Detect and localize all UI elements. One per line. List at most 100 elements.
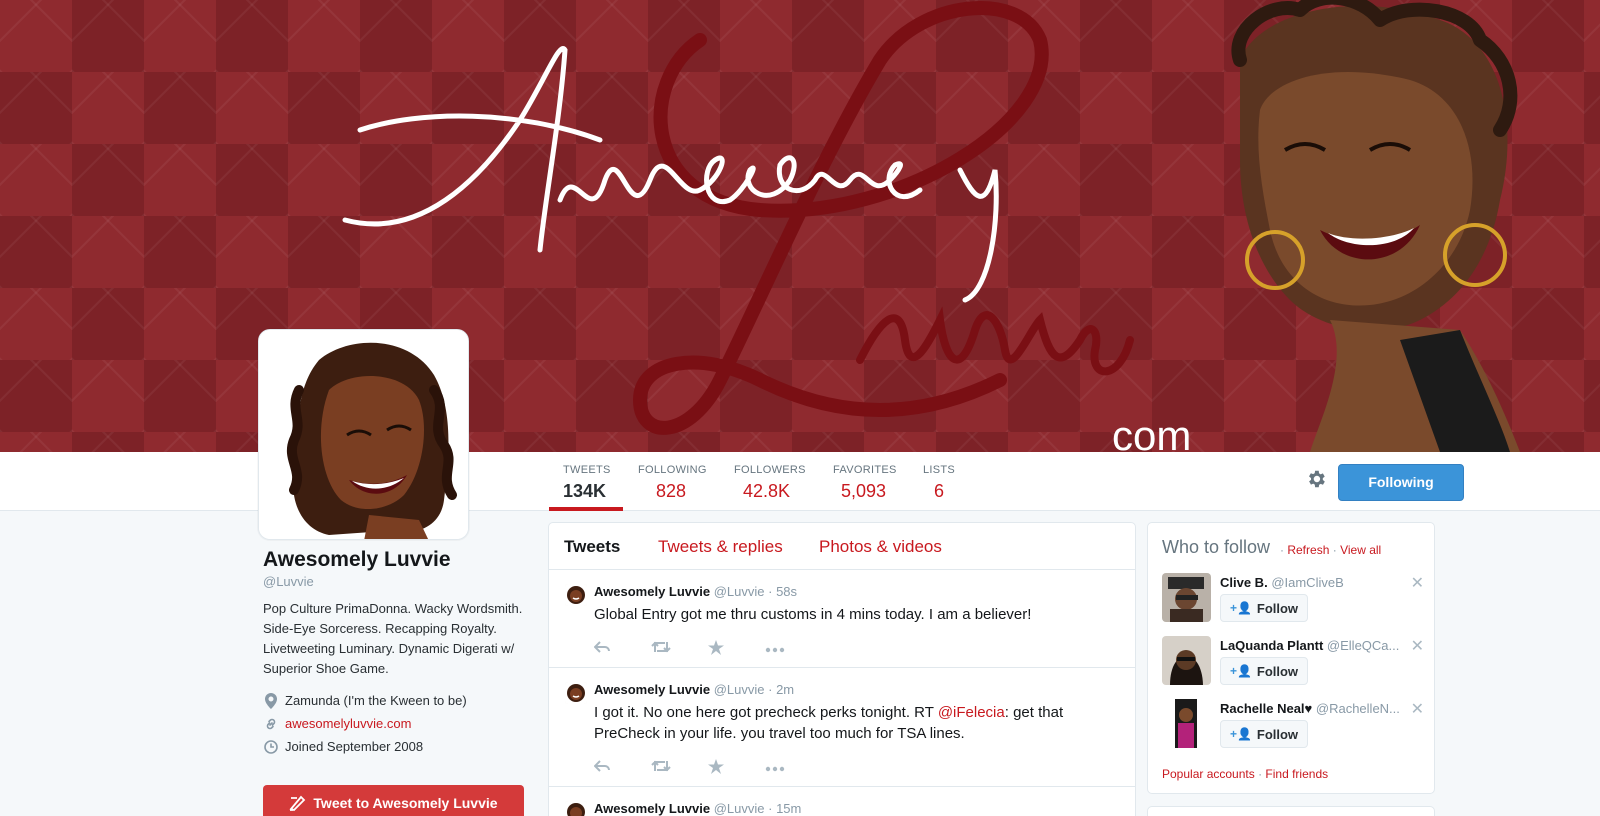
stat-tweets[interactable]: TWEETS 134K xyxy=(563,464,611,502)
tweet-avatar[interactable] xyxy=(565,682,587,704)
tweet-to-label: Tweet to Awesomely Luvvie xyxy=(313,795,498,811)
tweet-timestamp[interactable]: · 58s xyxy=(768,584,797,599)
add-user-icon: +👤 xyxy=(1229,727,1252,741)
popular-accounts-link[interactable]: Popular accounts xyxy=(1162,767,1255,781)
suggestion-item: Rachelle Neal♥ @RachelleN... ✕ +👤 Follow xyxy=(1162,699,1424,749)
tweet-actions xyxy=(593,759,822,775)
tweet-avatar[interactable] xyxy=(565,801,587,816)
suggestion-name: LaQuanda Plantt xyxy=(1220,638,1324,653)
more-icon[interactable] xyxy=(765,640,822,656)
suggestion-name: Rachelle Neal♥ xyxy=(1220,701,1313,716)
stat-label: FAVORITES xyxy=(833,464,897,476)
who-to-follow-title: Who to follow xyxy=(1162,537,1271,557)
tweet-timestamp[interactable]: · 15m xyxy=(768,801,801,816)
profile-website-link[interactable]: awesomelyluvvie.com xyxy=(285,716,411,731)
who-to-follow-footer: Popular accounts · Find friends xyxy=(1162,767,1328,781)
who-to-follow-card: Who to follow · Refresh · View all Clive… xyxy=(1147,522,1435,794)
suggestion-avatar[interactable] xyxy=(1162,573,1211,622)
follow-label: Follow xyxy=(1256,726,1299,742)
tweet-author-name[interactable]: Awesomely Luvvie xyxy=(594,801,710,816)
website-row: awesomelyluvvie.com xyxy=(263,712,533,735)
dismiss-icon[interactable]: ✕ xyxy=(1411,573,1424,593)
follow-button[interactable]: +👤 Follow xyxy=(1220,657,1308,685)
tab-tweets[interactable]: Tweets xyxy=(564,537,620,557)
tweet-author-name[interactable]: Awesomely Luvvie xyxy=(594,682,710,697)
profile-bio: Pop Culture PrimaDonna. Wacky Wordsmith.… xyxy=(263,601,523,676)
stat-label: FOLLOWERS xyxy=(734,464,806,476)
banner-swash xyxy=(632,0,1049,435)
following-button[interactable]: Following xyxy=(1338,464,1464,501)
retweet-icon[interactable] xyxy=(651,640,708,656)
tweet-timestamp[interactable]: · 2m xyxy=(768,682,794,697)
tweet-text: I got it. No one here got precheck perks… xyxy=(594,702,1114,744)
location-row: Zamunda (I'm the Kween to be) xyxy=(263,689,533,712)
tab-photos-videos[interactable]: Photos & videos xyxy=(819,537,942,557)
follow-button[interactable]: +👤 Follow xyxy=(1220,720,1308,748)
stat-value: 42.8K xyxy=(743,481,791,501)
separator: · xyxy=(1258,767,1263,781)
tweet-to-button[interactable]: Tweet to Awesomely Luvvie xyxy=(263,785,524,816)
view-all-link[interactable]: View all xyxy=(1340,543,1381,557)
banner-script-luvvie xyxy=(856,306,1134,376)
favorite-icon[interactable] xyxy=(708,759,765,775)
suggestion-handle: @IamCliveB xyxy=(1271,575,1344,590)
suggestion-avatar[interactable] xyxy=(1162,699,1211,748)
banner-artwork xyxy=(342,0,1520,452)
stat-value: 828 xyxy=(656,481,687,501)
profile-handle[interactable]: @Luvvie xyxy=(263,574,533,589)
stat-lists[interactable]: LISTS 6 xyxy=(923,464,955,502)
profile-name[interactable]: Awesomely Luvvie xyxy=(263,548,533,572)
suggestion-name-line[interactable]: Clive B. @IamCliveB xyxy=(1220,575,1420,590)
profile-avatar[interactable] xyxy=(258,329,469,540)
add-user-icon: +👤 xyxy=(1229,601,1252,615)
follow-label: Follow xyxy=(1256,663,1299,679)
stat-label: TWEETS xyxy=(563,464,611,476)
suggestion-avatar[interactable] xyxy=(1162,636,1211,685)
profile-location: Zamunda (I'm the Kween to be) xyxy=(285,693,467,708)
tweet-author-name[interactable]: Awesomely Luvvie xyxy=(594,584,710,599)
joined-row: Joined September 2008 xyxy=(263,735,533,758)
suggestion-handle: @ElleQCa... xyxy=(1326,638,1400,653)
tweet-item[interactable]: Awesomely Luvvie @Luvvie · 15m xyxy=(549,787,1135,816)
dismiss-icon[interactable]: ✕ xyxy=(1411,699,1424,719)
tweet-author-handle[interactable]: @Luvvie xyxy=(714,584,765,599)
separator: · xyxy=(1332,543,1337,557)
tweet-text-part: I got it. No one here got precheck perks… xyxy=(594,704,938,721)
stat-favorites[interactable]: FAVORITES 5,093 xyxy=(833,464,897,502)
profile-joined: Joined September 2008 xyxy=(285,739,424,754)
profile-meta: Zamunda (I'm the Kween to be) awesomelyl… xyxy=(263,689,533,758)
tweet-author-handle[interactable]: @Luvvie xyxy=(714,801,765,816)
find-friends-link[interactable]: Find friends xyxy=(1265,767,1328,781)
refresh-link[interactable]: Refresh xyxy=(1287,543,1329,557)
retweet-icon[interactable] xyxy=(651,759,708,775)
timeline: Tweets Tweets & replies Photos & videos … xyxy=(548,522,1136,816)
separator: · xyxy=(1280,543,1284,557)
banner-caricature xyxy=(1231,0,1520,452)
suggestion-name-line[interactable]: LaQuanda Plantt @ElleQCa... xyxy=(1220,638,1420,653)
banner-script-y xyxy=(957,167,999,303)
tweet-item[interactable]: Awesomely Luvvie @Luvvie · 2m I got it. … xyxy=(549,668,1135,787)
tweet-header: Awesomely Luvvie @Luvvie · 15m xyxy=(594,801,801,816)
tweet-author-handle[interactable]: @Luvvie xyxy=(714,682,765,697)
suggestion-name-line[interactable]: Rachelle Neal♥ @RachelleN... xyxy=(1220,701,1420,716)
reply-icon[interactable] xyxy=(593,640,651,656)
stat-value: 134K xyxy=(563,481,607,501)
active-stat-indicator xyxy=(549,507,623,511)
tweet-mention-link[interactable]: @iFelecia xyxy=(938,704,1005,721)
favorite-icon[interactable] xyxy=(708,640,765,656)
dismiss-icon[interactable]: ✕ xyxy=(1411,636,1424,656)
stat-following[interactable]: FOLLOWING 828 xyxy=(638,464,707,502)
more-icon[interactable] xyxy=(765,759,822,775)
calendar-icon xyxy=(263,739,279,755)
suggestion-name: Clive B. xyxy=(1220,575,1268,590)
suggestion-item: LaQuanda Plantt @ElleQCa... ✕ +👤 Follow xyxy=(1162,636,1424,686)
who-to-follow-links: · Refresh · View all xyxy=(1280,543,1381,557)
location-pin-icon xyxy=(263,692,279,709)
reply-icon[interactable] xyxy=(593,759,651,775)
stat-followers[interactable]: FOLLOWERS 42.8K xyxy=(734,464,806,502)
tab-tweets-replies[interactable]: Tweets & replies xyxy=(658,537,783,557)
tweet-item[interactable]: Awesomely Luvvie @Luvvie · 58s Global En… xyxy=(549,570,1135,668)
follow-button[interactable]: +👤 Follow xyxy=(1220,594,1308,622)
tweet-avatar[interactable] xyxy=(565,584,587,606)
gear-icon[interactable] xyxy=(1305,468,1327,490)
